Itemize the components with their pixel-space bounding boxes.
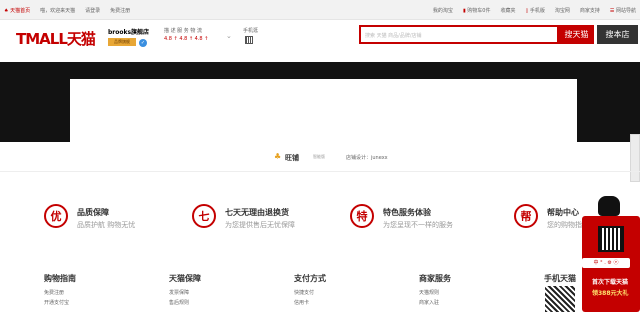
footer-link[interactable]: 信用卡	[294, 298, 374, 308]
menu-icon: ☰	[609, 8, 615, 14]
qrcode-icon[interactable]	[245, 36, 253, 44]
search-tmall-button[interactable]: 搜天猫	[559, 25, 594, 44]
footer-link[interactable]: 快捷支付	[294, 288, 374, 298]
banner-left-panel	[0, 62, 70, 142]
footer-link[interactable]: 商家入驻	[419, 298, 499, 308]
search-shop-button[interactable]: 搜本店	[597, 25, 638, 44]
rating-labels: 描 述 服 务 物 流	[164, 28, 202, 34]
footer-col-merchant: 商家服务 天猫规则 商家入驻	[419, 273, 499, 308]
wangpu-bar: ♣ 旺铺 智能版 店铺设计：junexx	[0, 142, 640, 172]
welcome-text: 喵，欢迎来天猫	[40, 8, 76, 14]
shop-name[interactable]: brooks旗舰店	[108, 27, 149, 36]
header: TMALL天猫 brooks旗舰店 品牌旗舰 ✓ 描 述 服 务 物 流 4.8…	[0, 20, 640, 62]
rating-values: 4.8 ↑ 4.8 ↑ 4.8 ↑	[164, 36, 209, 42]
footer-col-guarantee: 天猫保障 发票保障 售后规则	[169, 273, 249, 308]
wangpu-brand: 旺铺	[285, 154, 299, 162]
footer-col-title: 商家服务	[419, 274, 451, 283]
footer-col-guide: 购物指南 免费注册 开通支付宝	[44, 273, 124, 308]
service-subtitle: 品质护航 购物无忧	[77, 221, 136, 229]
tmall-logo[interactable]: TMALL天猫	[16, 28, 96, 49]
special-icon: 特	[350, 204, 374, 228]
service-subtitle: 为您提供售后无忧保障	[225, 221, 295, 229]
cart-icon: ▮	[462, 8, 466, 14]
wangpu-edition: 智能版	[313, 154, 325, 159]
footer-link[interactable]: 免费注册	[44, 288, 124, 298]
promo-line2: 领388元大礼	[592, 290, 629, 297]
taobao-link[interactable]: 淘宝网	[555, 7, 570, 14]
search-box[interactable]: 搜索 天猫 商品/品牌/店铺	[359, 25, 559, 44]
footer-col-title: 天猫保障	[169, 274, 201, 283]
service-title: 帮助中心	[547, 208, 579, 217]
app-download-promo[interactable]: 中 ° . ⚙ ⓔ 首次下载天猫 领388元大礼	[582, 196, 640, 312]
service-return[interactable]: 七 七天无理由退换货 为您提供售后无忧保障	[192, 204, 332, 234]
footer-link[interactable]: 开通支付宝	[44, 298, 124, 308]
register-link[interactable]: 免费注册	[110, 7, 130, 14]
footer-link[interactable]: 天猫规则	[419, 288, 499, 298]
service-special[interactable]: 特 特色服务体验 为您呈现不一样的服务	[350, 204, 490, 234]
site-nav-link[interactable]: ☰ 网站导航	[610, 7, 636, 14]
shop-rating: 描 述 服 务 物 流 4.8 ↑ 4.8 ↑ 4.8 ↑	[164, 27, 208, 42]
favorites-link[interactable]: 收藏夹	[500, 7, 515, 14]
login-link[interactable]: 请登录	[85, 7, 100, 14]
footer-link[interactable]: 售后规则	[169, 298, 249, 308]
chevron-down-icon[interactable]: ⌄	[226, 32, 232, 40]
quality-icon: 优	[44, 204, 68, 228]
merchant-support-link[interactable]: 商家支持	[580, 7, 600, 14]
wangpu-icon: ♣	[274, 152, 282, 161]
my-taobao-link[interactable]: 我的淘宝	[433, 7, 453, 14]
wangwang-icon[interactable]: ✓	[139, 39, 147, 47]
return-icon: 七	[192, 204, 216, 228]
banner-top-band	[0, 62, 640, 79]
service-quality[interactable]: 优 品质保障 品质护航 购物无忧	[44, 204, 184, 234]
service-title: 七天无理由退换货	[225, 208, 289, 217]
home-icon: ♠	[4, 8, 9, 14]
tmall-cat-icon	[598, 196, 620, 216]
phone-icon: ▯	[525, 8, 529, 14]
search-input[interactable]: 搜索 天猫 商品/品牌/店铺	[365, 32, 422, 39]
footer-qrcode-icon	[545, 286, 575, 312]
cart-link[interactable]: ▮ 购物车0件	[463, 7, 491, 14]
banner-right-panel	[577, 62, 640, 142]
footer-col-title: 购物指南	[44, 274, 76, 283]
shop-info[interactable]: brooks旗舰店 品牌旗舰 ✓	[108, 27, 149, 47]
mobile-link[interactable]: ▯ 手机版	[526, 7, 545, 14]
shop-badge: 品牌旗舰	[108, 38, 136, 46]
service-title: 特色服务体验	[383, 208, 431, 217]
shop-designer: 店铺设计：junexx	[346, 155, 388, 161]
promo-line1: 首次下载天猫	[592, 279, 629, 286]
promo-qrcode-icon	[598, 226, 624, 252]
top-bar: ♠ 天猫首页 喵，欢迎来天猫 请登录 免费注册 我的淘宝 ▮ 购物车0件 收藏夹…	[0, 0, 640, 20]
promo-tag: 中 ° . ⚙ ⓔ	[582, 258, 630, 268]
footer-link[interactable]: 发票保障	[169, 288, 249, 298]
service-subtitle: 为您呈现不一样的服务	[383, 221, 453, 229]
footer-col-title: 支付方式	[294, 274, 326, 283]
help-icon: 帮	[514, 204, 538, 228]
shop-banner	[0, 62, 640, 142]
service-title: 品质保障	[77, 208, 109, 217]
footer-col-payment: 支付方式 快捷支付 信用卡	[294, 273, 374, 308]
mobile-visit-label: 手机逛	[243, 28, 259, 34]
tmall-home-link[interactable]: ♠ 天猫首页	[4, 7, 30, 14]
